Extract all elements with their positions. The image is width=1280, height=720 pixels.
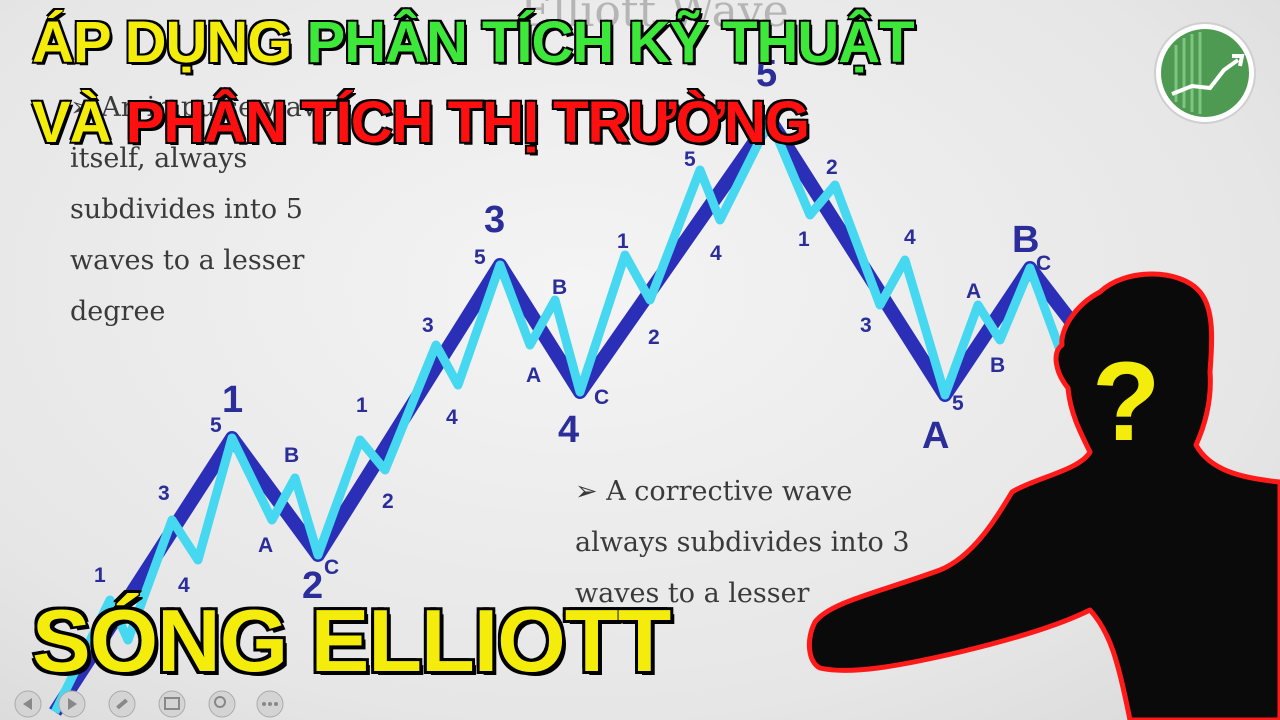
bottom-title: SÓNG ELLIOTT	[30, 590, 672, 692]
logo-chart-icon	[1154, 22, 1256, 124]
question-mark-icon: ?	[1092, 339, 1160, 464]
headline-technical-analysis: PHÂN TÍCH KỸ THUẬT	[306, 10, 916, 75]
headline-line-1: ÁP DỤNG PHÂN TÍCH KỸ THUẬT	[31, 10, 916, 75]
headline-line-2: VÀ PHÂN TÍCH THỊ TRƯỜNG	[31, 90, 811, 155]
headline-and: VÀ	[31, 90, 126, 155]
headline-market-analysis: PHÂN TÍCH THỊ TRƯỜNG	[125, 90, 811, 155]
headline-apply: ÁP DỤNG	[31, 10, 307, 75]
